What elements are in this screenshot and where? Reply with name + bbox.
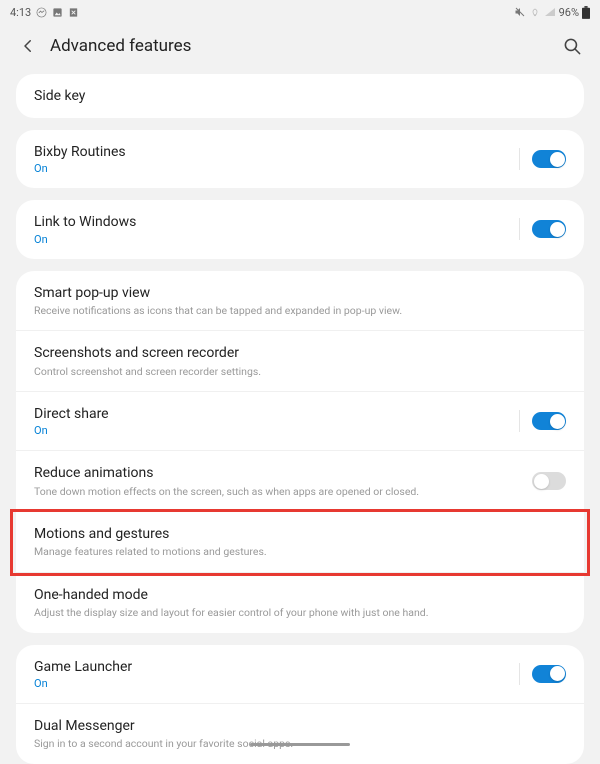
status-time: 4:13 <box>10 6 31 19</box>
row-direct-share[interactable]: Direct share On <box>16 392 584 451</box>
messenger-icon <box>36 7 47 18</box>
row-link-windows[interactable]: Link to Windows On <box>16 200 584 258</box>
row-subtitle: Receive notifications as icons that can … <box>34 304 566 318</box>
search-icon <box>563 37 582 56</box>
row-title: Screenshots and screen recorder <box>34 344 566 362</box>
chevron-left-icon <box>19 37 37 55</box>
row-title: Direct share <box>34 405 511 423</box>
toggle-direct-share[interactable] <box>532 412 566 430</box>
toggle-game-launcher[interactable] <box>532 665 566 683</box>
signal-icon <box>544 6 556 18</box>
row-title: Smart pop-up view <box>34 284 566 302</box>
row-subtitle: Control screenshot and screen recorder s… <box>34 365 566 379</box>
row-subtitle: Manage features related to motions and g… <box>34 545 566 559</box>
card-side-key: Side key <box>16 74 584 118</box>
row-title: Dual Messenger <box>34 717 566 735</box>
row-title: Link to Windows <box>34 213 511 231</box>
row-dual-messenger[interactable]: Dual Messenger Sign in to a second accou… <box>16 704 584 764</box>
row-screenshots[interactable]: Screenshots and screen recorder Control … <box>16 331 584 392</box>
row-smart-popup[interactable]: Smart pop-up view Receive notifications … <box>16 271 584 332</box>
row-game-launcher[interactable]: Game Launcher On <box>16 645 584 704</box>
row-title: Reduce animations <box>34 464 532 482</box>
image-icon <box>52 7 63 18</box>
row-status: On <box>34 233 511 246</box>
toggle-separator <box>519 148 520 170</box>
row-subtitle: Adjust the display size and layout for e… <box>34 606 566 620</box>
app-header: Advanced features <box>0 24 600 74</box>
toggle-separator <box>519 663 520 685</box>
row-motions-gestures[interactable]: Motions and gestures Manage features rel… <box>16 512 584 573</box>
back-button[interactable] <box>16 34 40 58</box>
toggle-bixby[interactable] <box>532 150 566 168</box>
toggle-separator <box>519 410 520 432</box>
row-bixby-routines[interactable]: Bixby Routines On <box>16 130 584 188</box>
toggle-separator <box>519 218 520 240</box>
battery-percent: 96% <box>559 6 579 19</box>
row-status: On <box>34 677 511 690</box>
row-title: Side key <box>34 87 566 105</box>
battery-icon <box>582 6 590 19</box>
row-status: On <box>34 424 511 437</box>
row-one-handed[interactable]: One-handed mode Adjust the display size … <box>16 573 584 633</box>
toggle-reduce-animations[interactable] <box>532 472 566 490</box>
status-right: 96% <box>514 6 590 19</box>
wifi-icon <box>529 6 541 18</box>
search-button[interactable] <box>560 34 584 58</box>
row-side-key[interactable]: Side key <box>16 74 584 118</box>
row-status: On <box>34 162 511 175</box>
row-subtitle: Tone down motion effects on the screen, … <box>34 485 532 499</box>
file-icon <box>68 7 79 18</box>
mute-icon <box>514 6 526 18</box>
row-reduce-animations[interactable]: Reduce animations Tone down motion effec… <box>16 451 584 512</box>
status-bar: 4:13 96% <box>0 0 600 24</box>
card-group-2: Game Launcher On Dual Messenger Sign in … <box>16 645 584 764</box>
settings-content: Side key Bixby Routines On Link to Windo… <box>0 74 600 764</box>
row-title: Game Launcher <box>34 658 511 676</box>
status-left: 4:13 <box>10 6 79 19</box>
page-title: Advanced features <box>50 36 560 56</box>
row-title: One-handed mode <box>34 586 566 604</box>
card-bixby: Bixby Routines On <box>16 130 584 188</box>
card-group-1: Smart pop-up view Receive notifications … <box>16 271 584 633</box>
row-title: Motions and gestures <box>34 525 566 543</box>
card-link-windows: Link to Windows On <box>16 200 584 258</box>
toggle-link-windows[interactable] <box>532 220 566 238</box>
row-title: Bixby Routines <box>34 143 511 161</box>
home-indicator[interactable] <box>250 743 350 746</box>
